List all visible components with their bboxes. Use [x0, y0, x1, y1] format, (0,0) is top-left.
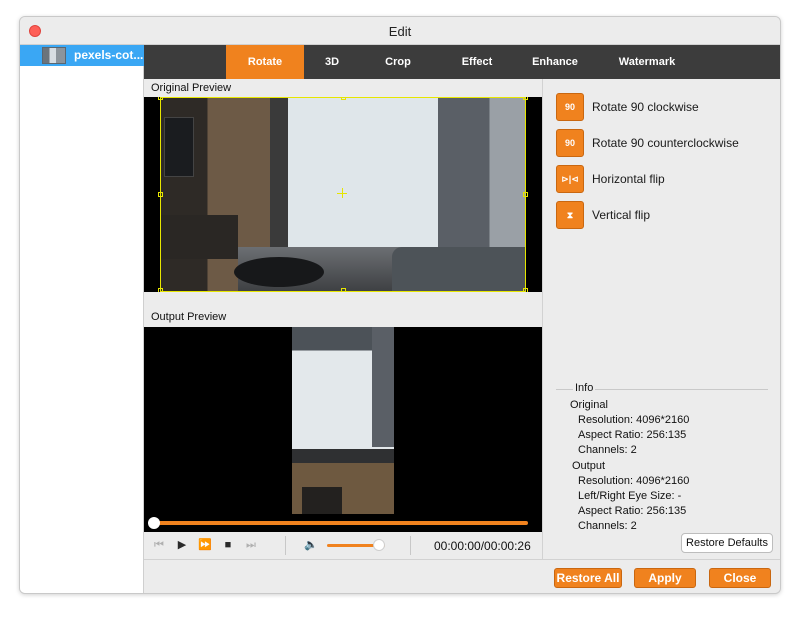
fast-forward-icon[interactable]: ⏩ [198, 538, 212, 552]
crop-handle[interactable] [523, 97, 528, 100]
rotate-options-panel: 90 Rotate 90 clockwise 90 Rotate 90 coun… [542, 79, 780, 559]
tab-rotate[interactable]: Rotate [226, 45, 304, 79]
info-original-resolution: Resolution: 4096*2160 [578, 414, 690, 426]
file-name: pexels-cot... [74, 48, 144, 62]
info-output-aspect-ratio: Aspect Ratio: 256:135 [578, 505, 687, 517]
vertical-flip-label: Vertical flip [592, 208, 651, 222]
apply-button[interactable]: Apply [634, 568, 696, 588]
crop-handle[interactable] [158, 192, 163, 197]
crop-selection-box[interactable] [160, 97, 526, 292]
playback-controls: ⏮ ▶ ⏩ ■ ⏭ 🔈 00:00:00/00:00:26 [144, 532, 542, 559]
info-original-aspect-ratio: Aspect Ratio: 256:135 [578, 429, 687, 441]
tab-watermark[interactable]: Watermark [606, 45, 688, 79]
stop-icon[interactable]: ■ [221, 538, 235, 552]
seek-bar[interactable] [144, 514, 542, 532]
crop-handle[interactable] [158, 288, 163, 292]
info-title: Info [573, 382, 596, 394]
file-list: pexels-cot... [20, 45, 144, 593]
info-output-channels: Channels: 2 [578, 520, 637, 532]
tab-effect[interactable]: Effect [442, 45, 512, 79]
skip-back-icon[interactable]: ⏮ [152, 538, 166, 552]
skip-forward-icon[interactable]: ⏭ [244, 538, 258, 552]
tab-3d[interactable]: 3D [304, 45, 360, 79]
rotate-clockwise-label: Rotate 90 clockwise [592, 100, 699, 114]
close-button[interactable]: Close [709, 568, 771, 588]
info-output-eye-size: Left/Right Eye Size: - [578, 490, 682, 502]
info-original-heading: Original [570, 399, 608, 411]
divider [285, 536, 286, 555]
original-preview-label: Original Preview [151, 82, 232, 94]
output-video-frame [292, 327, 394, 514]
output-preview [144, 327, 542, 514]
tab-enhance[interactable]: Enhance [522, 45, 588, 79]
output-video-stage [160, 327, 526, 514]
title-bar: Edit [20, 17, 780, 45]
horizontal-flip-label: Horizontal flip [592, 172, 665, 186]
info-original-channels: Channels: 2 [578, 444, 637, 456]
output-preview-label: Output Preview [151, 311, 227, 323]
crop-handle[interactable] [523, 288, 528, 292]
seek-track[interactable] [154, 521, 528, 525]
crosshair [342, 188, 343, 198]
play-icon[interactable]: ▶ [175, 538, 189, 552]
original-preview [144, 97, 542, 292]
rotate-ccw-icon: 90 [556, 129, 584, 157]
restore-all-button[interactable]: Restore All [554, 568, 622, 588]
tab-crop[interactable]: Crop [364, 45, 432, 79]
edit-tabs: Rotate 3D Crop Effect Enhance Watermark [144, 45, 780, 79]
video-thumbnail [42, 47, 66, 64]
divider [410, 536, 411, 555]
rotate-counterclockwise-label: Rotate 90 counterclockwise [592, 136, 739, 150]
rotate-cw-icon: 90 [556, 93, 584, 121]
edit-window: Edit pexels-cot... Rotate 3D Crop Effect… [19, 16, 781, 594]
crop-handle[interactable] [341, 97, 346, 100]
crop-handle[interactable] [158, 97, 163, 100]
seek-handle[interactable] [148, 517, 160, 529]
info-output-heading: Output [572, 460, 606, 472]
flip-vertical-icon: ⧗ [556, 201, 584, 229]
file-list-item[interactable]: pexels-cot... [20, 45, 144, 66]
preview-panel: Original Preview Output Preview ⏮ ▶ ⏩ ■ … [144, 79, 542, 559]
timecode: 00:00:00/00:00:26 [434, 539, 531, 553]
window-title: Edit [388, 24, 412, 39]
volume-handle[interactable] [373, 539, 386, 551]
info-output-resolution: Resolution: 4096*2160 [578, 475, 690, 487]
crop-handle[interactable] [341, 288, 346, 292]
volume-icon[interactable]: 🔈 [304, 538, 318, 552]
restore-defaults-button[interactable]: Restore Defaults [681, 533, 773, 553]
footer-bar: Restore All Apply Close [144, 559, 780, 593]
flip-horizontal-icon: ⊳|⊲ [556, 165, 584, 193]
crop-handle[interactable] [523, 192, 528, 197]
